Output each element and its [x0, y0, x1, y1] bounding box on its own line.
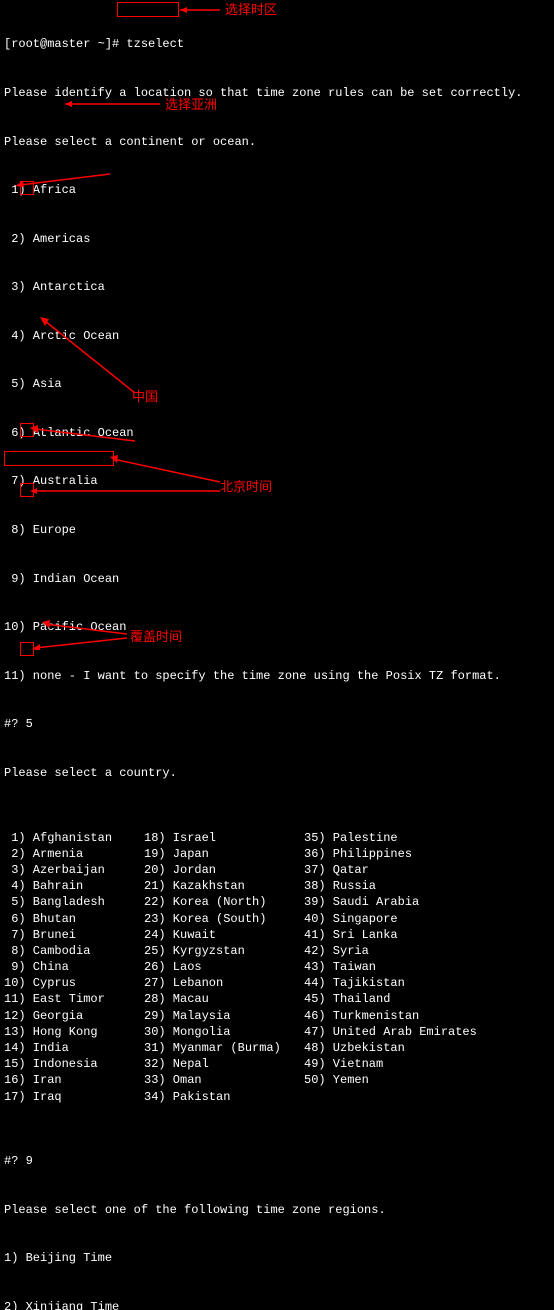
country-row: 6) Bhutan23) Korea (South)40) Singapore [4, 911, 550, 927]
continent-option: 11) none - I want to specify the time zo… [4, 668, 550, 684]
country-option: 30) Mongolia [144, 1024, 304, 1040]
country-option: 46) Turkmenistan [304, 1008, 550, 1024]
country-option: 1) Afghanistan [4, 830, 144, 846]
country-option: 4) Bahrain [4, 878, 144, 894]
country-option: 8) Cambodia [4, 943, 144, 959]
country-option: 2) Armenia [4, 846, 144, 862]
country-option: 32) Nepal [144, 1056, 304, 1072]
country-row: 11) East Timor28) Macau45) Thailand [4, 991, 550, 1007]
country-row: 14) India31) Myanmar (Burma)48) Uzbekist… [4, 1040, 550, 1056]
country-option: 36) Philippines [304, 846, 550, 862]
continent-option: 10) Pacific Ocean [4, 619, 550, 635]
country-option: 43) Taiwan [304, 959, 550, 975]
country-row: 7) Brunei24) Kuwait41) Sri Lanka [4, 927, 550, 943]
continent-option: 1) Africa [4, 182, 550, 198]
country-row: 2) Armenia19) Japan36) Philippines [4, 846, 550, 862]
country-row: 10) Cyprus27) Lebanon44) Tajikistan [4, 975, 550, 991]
country-option: 3) Azerbaijan [4, 862, 144, 878]
country-option: 22) Korea (North) [144, 894, 304, 910]
country-option: 47) United Arab Emirates [304, 1024, 550, 1040]
region-option: 2) Xinjiang Time [4, 1299, 550, 1310]
country-option: 33) Oman [144, 1072, 304, 1088]
country-row: 1) Afghanistan18) Israel35) Palestine [4, 830, 550, 846]
country-option: 10) Cyprus [4, 975, 144, 991]
continent-option: 8) Europe [4, 522, 550, 538]
country-row: 17) Iraq34) Pakistan [4, 1089, 550, 1105]
country-option: 29) Malaysia [144, 1008, 304, 1024]
continent-option: 4) Arctic Ocean [4, 328, 550, 344]
country-prompt: Please select a country. [4, 765, 550, 781]
user-input[interactable]: #? 9 [4, 1153, 550, 1169]
country-option: 9) China [4, 959, 144, 975]
country-option: 35) Palestine [304, 830, 550, 846]
intro-line: Please select a continent or ocean. [4, 134, 550, 150]
continent-option: 5) Asia [4, 376, 550, 392]
country-option: 44) Tajikistan [304, 975, 550, 991]
country-row: 8) Cambodia25) Kyrgyzstan42) Syria [4, 943, 550, 959]
country-option: 7) Brunei [4, 927, 144, 943]
country-option: 37) Qatar [304, 862, 550, 878]
country-row: 16) Iran33) Oman50) Yemen [4, 1072, 550, 1088]
user-input[interactable]: #? 5 [4, 716, 550, 732]
region-prompt: Please select one of the following time … [4, 1202, 550, 1218]
country-option: 5) Bangladesh [4, 894, 144, 910]
country-option: 6) Bhutan [4, 911, 144, 927]
country-option: 24) Kuwait [144, 927, 304, 943]
country-option: 45) Thailand [304, 991, 550, 1007]
country-option: 13) Hong Kong [4, 1024, 144, 1040]
country-option: 34) Pakistan [144, 1089, 304, 1105]
country-option: 42) Syria [304, 943, 550, 959]
country-row: 15) Indonesia32) Nepal49) Vietnam [4, 1056, 550, 1072]
country-option: 39) Saudi Arabia [304, 894, 550, 910]
continent-option: 7) Australia [4, 473, 550, 489]
country-option [304, 1089, 550, 1105]
country-option: 27) Lebanon [144, 975, 304, 991]
region-option: 1) Beijing Time [4, 1250, 550, 1266]
country-option: 12) Georgia [4, 1008, 144, 1024]
country-option: 18) Israel [144, 830, 304, 846]
prompt-line[interactable]: [root@master ~]# tzselect [4, 36, 550, 52]
country-option: 50) Yemen [304, 1072, 550, 1088]
country-option: 21) Kazakhstan [144, 878, 304, 894]
country-row: 3) Azerbaijan20) Jordan37) Qatar [4, 862, 550, 878]
intro-line: Please identify a location so that time … [4, 85, 550, 101]
country-option: 31) Myanmar (Burma) [144, 1040, 304, 1056]
country-row: 9) China26) Laos43) Taiwan [4, 959, 550, 975]
continent-option: 9) Indian Ocean [4, 571, 550, 587]
country-option: 40) Singapore [304, 911, 550, 927]
country-option: 49) Vietnam [304, 1056, 550, 1072]
country-option: 15) Indonesia [4, 1056, 144, 1072]
country-option: 14) India [4, 1040, 144, 1056]
country-row: 5) Bangladesh22) Korea (North)39) Saudi … [4, 894, 550, 910]
country-option: 48) Uzbekistan [304, 1040, 550, 1056]
country-option: 25) Kyrgyzstan [144, 943, 304, 959]
country-option: 17) Iraq [4, 1089, 144, 1105]
continent-option: 2) Americas [4, 231, 550, 247]
country-option: 16) Iran [4, 1072, 144, 1088]
country-option: 20) Jordan [144, 862, 304, 878]
country-option: 28) Macau [144, 991, 304, 1007]
country-option: 19) Japan [144, 846, 304, 862]
country-option: 41) Sri Lanka [304, 927, 550, 943]
country-row: 4) Bahrain21) Kazakhstan38) Russia [4, 878, 550, 894]
continent-option: 6) Atlantic Ocean [4, 425, 550, 441]
country-row: 12) Georgia29) Malaysia46) Turkmenistan [4, 1008, 550, 1024]
country-row: 13) Hong Kong30) Mongolia47) United Arab… [4, 1024, 550, 1040]
country-option: 11) East Timor [4, 991, 144, 1007]
country-option: 26) Laos [144, 959, 304, 975]
country-option: 23) Korea (South) [144, 911, 304, 927]
country-option: 38) Russia [304, 878, 550, 894]
terminal-output: [root@master ~]# tzselect Please identif… [4, 4, 550, 1310]
continent-option: 3) Antarctica [4, 279, 550, 295]
